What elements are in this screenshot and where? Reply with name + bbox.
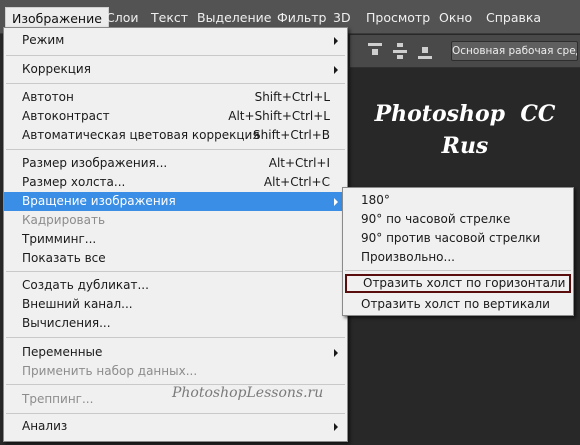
submenu-item-label: 180° — [361, 193, 390, 207]
image-rotation-submenu: 180° 90° по часовой стрелке 90° против ч… — [342, 187, 574, 316]
menu-item-shortcut: Alt+Shift+Ctrl+L — [228, 109, 330, 123]
menu-item-variables[interactable]: Переменные — [4, 343, 347, 362]
menu-select[interactable]: Выделение — [197, 9, 271, 27]
submenu-item-label: 90° против часовой стрелки — [361, 231, 541, 245]
submenu-item-rotate-180[interactable]: 180° — [343, 191, 573, 210]
menu-item-label: Показать все — [22, 251, 106, 265]
submenu-item-flip-vertical[interactable]: Отразить холст по вертикали — [343, 295, 573, 314]
menu-item-label: Анализ — [22, 419, 68, 433]
menu-item-apply-data-set[interactable]: Применить набор данных... — [4, 362, 347, 381]
menu-item-label: Создать дубликат... — [22, 278, 149, 292]
menu-item-canvas-size[interactable]: Размер холста... Alt+Ctrl+C — [4, 173, 347, 192]
workspace-switcher-button[interactable]: Основная рабочая среда — [451, 41, 578, 61]
align-vcenter-icon[interactable] — [392, 43, 408, 59]
submenu-arrow-icon — [334, 37, 338, 45]
menu-item-shortcut: Alt+Ctrl+I — [268, 156, 330, 170]
submenu-arrow-icon — [334, 198, 338, 206]
align-top-icon[interactable] — [367, 43, 383, 59]
menu-item-label: Треппинг... — [22, 392, 94, 406]
submenu-item-label: 90° по часовой стрелке — [361, 212, 511, 226]
watermark: PhotoshopLessons.ru — [172, 385, 324, 401]
submenu-arrow-icon — [334, 349, 338, 357]
menu-separator — [345, 270, 571, 271]
menu-item-duplicate[interactable]: Создать дубликат... — [4, 276, 347, 295]
menu-separator — [6, 149, 345, 150]
menu-item-adjustments[interactable]: Коррекция — [4, 60, 347, 79]
menu-item-reveal-all[interactable]: Показать все — [4, 249, 347, 268]
menu-item-calculations[interactable]: Вычисления... — [4, 314, 347, 333]
menu-item-apply-image[interactable]: Внешний канал... — [4, 295, 347, 314]
menu-item-label: Режим — [22, 33, 65, 47]
menu-item-label: Переменные — [22, 345, 103, 359]
menu-view[interactable]: Просмотр — [366, 9, 430, 27]
menu-item-image-size[interactable]: Размер изображения... Alt+Ctrl+I — [4, 154, 347, 173]
menu-item-image-rotation[interactable]: Вращение изображения — [4, 192, 347, 211]
menu-filter[interactable]: Фильтр — [277, 9, 326, 27]
menu-image[interactable]: Изображение — [5, 7, 109, 29]
submenu-item-label: Произвольно... — [361, 250, 455, 264]
menu-item-shortcut: Alt+Ctrl+C — [263, 175, 330, 189]
menu-item-label: Размер изображения... — [22, 156, 168, 170]
canvas-title-line2: Rus — [441, 133, 489, 159]
align-bottom-icon[interactable] — [417, 43, 433, 59]
submenu-item-label: Отразить холст по вертикали — [361, 297, 550, 311]
menu-separator — [6, 83, 345, 84]
menu-item-auto-contrast[interactable]: Автоконтраст Alt+Shift+Ctrl+L — [4, 107, 347, 126]
menu-item-label: Применить набор данных... — [22, 364, 198, 378]
menu-item-label: Вращение изображения — [22, 194, 176, 208]
submenu-item-arbitrary[interactable]: Произвольно... — [343, 248, 573, 267]
menu-item-auto-color[interactable]: Автоматическая цветовая коррекция Shift+… — [4, 126, 347, 145]
menu-item-mode[interactable]: Режим — [4, 31, 347, 50]
menu-item-label: Коррекция — [22, 62, 91, 76]
menu-item-label: Кадрировать — [22, 213, 106, 227]
menu-item-auto-tone[interactable]: Автотон Shift+Ctrl+L — [4, 88, 347, 107]
menu-item-label: Автоконтраст — [22, 109, 110, 123]
menu-layers[interactable]: Слои — [106, 9, 139, 27]
menu-item-label: Тримминг... — [22, 232, 97, 246]
submenu-item-label: Отразить холст по горизонтали — [363, 276, 566, 290]
menu-separator — [6, 271, 345, 272]
menu-item-trim[interactable]: Тримминг... — [4, 230, 347, 249]
canvas-title: Photoshop CC Rus — [360, 98, 570, 162]
menu-item-label: Размер холста... — [22, 175, 126, 189]
menu-separator — [6, 413, 345, 414]
submenu-item-flip-horizontal[interactable]: Отразить холст по горизонтали — [345, 274, 571, 293]
canvas-title-line1: Photoshop CC — [374, 101, 556, 127]
menu-item-label: Автотон — [22, 90, 74, 104]
menu-separator — [6, 55, 345, 56]
menu-window[interactable]: Окно — [439, 9, 472, 27]
menu-separator — [6, 337, 345, 338]
menu-item-label: Внешний канал... — [22, 297, 133, 311]
submenu-item-rotate-90-ccw[interactable]: 90° против часовой стрелки — [343, 229, 573, 248]
menu-type[interactable]: Текст — [151, 9, 188, 27]
submenu-arrow-icon — [334, 66, 338, 74]
menu-item-label: Вычисления... — [22, 316, 111, 330]
menu-item-crop[interactable]: Кадрировать — [4, 211, 347, 230]
menu-item-analysis[interactable]: Анализ — [4, 417, 347, 436]
menu-help[interactable]: Справка — [486, 9, 541, 27]
submenu-item-rotate-90-cw[interactable]: 90° по часовой стрелке — [343, 210, 573, 229]
menu-item-shortcut: Shift+Ctrl+B — [253, 128, 330, 142]
menu-item-label: Автоматическая цветовая коррекция — [22, 128, 260, 142]
menu-3d[interactable]: 3D — [333, 9, 351, 27]
image-menu-dropdown: Режим Коррекция Автотон Shift+Ctrl+L Авт… — [3, 27, 348, 442]
menu-item-shortcut: Shift+Ctrl+L — [254, 90, 330, 104]
submenu-arrow-icon — [334, 423, 338, 431]
